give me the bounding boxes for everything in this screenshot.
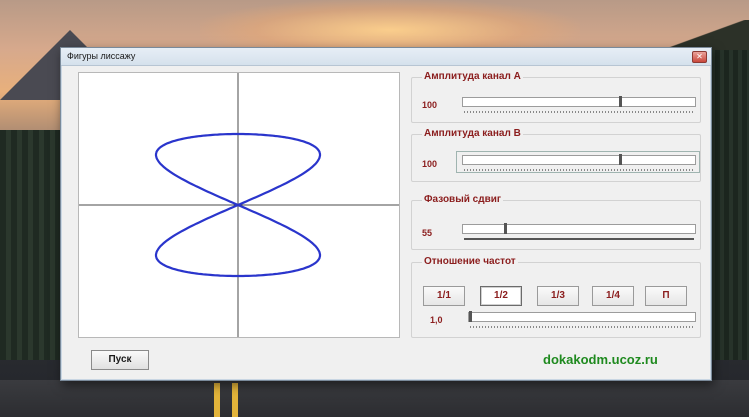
- phase-shift-ticks: [464, 238, 694, 240]
- amplitude-a-slider[interactable]: [462, 96, 696, 107]
- phase-shift-label: Фазовый сдвиг: [422, 194, 504, 205]
- group-phase-shift: Фазовый сдвиг 55: [411, 194, 701, 250]
- frequency-ratio-slider[interactable]: [468, 311, 696, 322]
- window-title: Фигуры лиссажу: [67, 51, 136, 61]
- phase-shift-slider[interactable]: [462, 223, 696, 234]
- ratio-button-1-3[interactable]: 1/3: [537, 286, 579, 306]
- frequency-ratio-value: 1,0: [430, 315, 443, 325]
- amplitude-b-slider-thumb[interactable]: [619, 154, 622, 165]
- amplitude-a-ticks: [464, 111, 694, 113]
- amplitude-a-value: 100: [422, 100, 438, 110]
- start-button[interactable]: Пуск: [91, 350, 149, 370]
- lissajous-plot: [79, 73, 399, 337]
- group-amplitude-b: Амплитуда канал В 100: [411, 128, 701, 182]
- road-line-right: [232, 383, 238, 417]
- ratio-button-1-4[interactable]: 1/4: [592, 286, 634, 306]
- frequency-ratio-label: Отношение частот: [422, 256, 518, 267]
- lissajous-window: Фигуры лиссажу ✕ Амплитуда канал А 100 А…: [60, 47, 712, 381]
- amplitude-a-label: Амплитуда канал А: [422, 71, 523, 82]
- phase-shift-slider-thumb[interactable]: [504, 223, 507, 234]
- frequency-ratio-ticks: [470, 326, 694, 328]
- amplitude-b-value: 100: [422, 159, 438, 169]
- amplitude-b-slider[interactable]: [462, 154, 696, 165]
- phase-shift-value: 55: [422, 228, 433, 238]
- close-icon: ✕: [696, 52, 703, 61]
- close-button[interactable]: ✕: [692, 51, 707, 63]
- amplitude-b-ticks: [464, 169, 694, 171]
- background-trees-right: [706, 50, 749, 360]
- ratio-button-1-1[interactable]: 1/1: [423, 286, 465, 306]
- amplitude-b-label: Амплитуда канал В: [422, 128, 523, 139]
- background-trees-left: [0, 130, 62, 360]
- group-amplitude-a: Амплитуда канал А 100: [411, 71, 701, 123]
- frequency-ratio-slider-thumb[interactable]: [469, 311, 472, 322]
- amplitude-a-slider-thumb[interactable]: [619, 96, 622, 107]
- plot-area: [78, 72, 400, 338]
- road-line-left: [214, 383, 220, 417]
- background-road: [0, 380, 749, 417]
- ratio-button-1-2[interactable]: 1/2: [480, 286, 522, 306]
- site-link[interactable]: dokakodm.ucoz.ru: [543, 352, 658, 367]
- title-bar[interactable]: Фигуры лиссажу ✕: [61, 48, 711, 66]
- ratio-button-pi[interactable]: П: [645, 286, 687, 306]
